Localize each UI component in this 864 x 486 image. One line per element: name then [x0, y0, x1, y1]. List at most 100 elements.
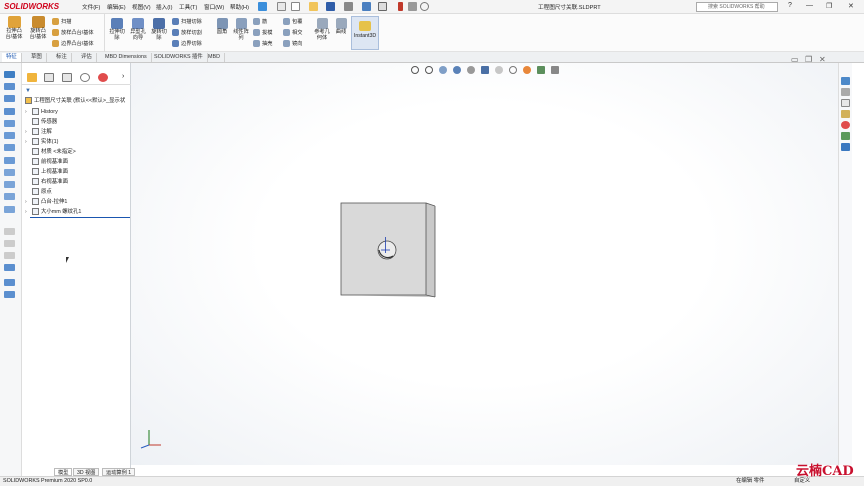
edit-appearance-icon[interactable] [509, 66, 517, 74]
design-library-icon[interactable] [841, 88, 850, 96]
tree-item[interactable]: 右视基准面 [32, 178, 68, 187]
tool-icon[interactable] [4, 120, 15, 127]
tab-mbd-dimensions[interactable]: MBD Dimensions [101, 53, 152, 62]
tool-icon[interactable] [4, 264, 15, 271]
swept-cut-button[interactable]: 扫描切除 [172, 17, 212, 28]
expand-caret-icon[interactable]: › [25, 109, 27, 115]
tool-icon[interactable] [4, 83, 15, 90]
tree-item[interactable]: 上视基准面 [32, 168, 68, 177]
view-settings-icon[interactable] [537, 66, 545, 74]
tab-sketch[interactable]: 草图 [27, 53, 47, 62]
boundary-cut-button[interactable]: 边界切除 [172, 39, 212, 50]
tree-item[interactable]: 材质 <未指定> [32, 148, 76, 157]
menu-view[interactable]: 视图(V) [132, 3, 151, 11]
menu-edit[interactable]: 编辑(E) [107, 3, 126, 11]
instant3d-button[interactable]: Instant3D [351, 16, 379, 50]
boundary-boss-button[interactable]: 边界凸台/基体 [52, 39, 102, 50]
expand-caret-icon[interactable]: › [25, 129, 27, 135]
tab-features[interactable]: 特征 [2, 53, 22, 62]
tool-icon[interactable] [4, 228, 15, 235]
tree-item[interactable]: 大小mm 螺纹孔1 [32, 208, 81, 217]
filter-icon[interactable]: ▼ [25, 88, 31, 94]
draft-button[interactable]: 拔模 [253, 28, 283, 39]
reference-geometry-button[interactable]: 参考几何体 [313, 18, 331, 41]
tab-3d-views[interactable]: 3D 视图 [73, 468, 100, 476]
zoom-area-icon[interactable] [425, 66, 433, 74]
zoom-to-fit-icon[interactable] [411, 66, 419, 74]
tool-icon[interactable] [4, 279, 15, 286]
tree-root[interactable]: 工程图尺寸关联 (默认<<默认>_显示状 [25, 97, 125, 106]
chevron-right-icon[interactable]: › [122, 73, 124, 80]
tab-solidworks-addins[interactable]: SOLIDWORKS 插件 [150, 53, 208, 62]
solidworks-forum-icon[interactable] [841, 143, 850, 151]
expand-caret-icon[interactable]: › [25, 199, 27, 205]
curves-button[interactable]: 曲线 [333, 18, 349, 35]
property-manager-tab-icon[interactable] [44, 73, 54, 82]
tree-item[interactable]: History [32, 108, 58, 117]
tool-icon[interactable] [4, 95, 15, 102]
hide-show-icon[interactable] [495, 66, 503, 74]
menu-file[interactable]: 文件(F) [82, 3, 100, 11]
tool-icon[interactable] [4, 291, 15, 298]
tool-icon[interactable] [4, 132, 15, 139]
options-icon[interactable] [420, 2, 429, 11]
tool-icon[interactable] [4, 144, 15, 151]
tree-item[interactable]: 前视基准面 [32, 158, 68, 167]
sketch-tool-icon[interactable] [4, 71, 15, 78]
solidworks-resources-icon[interactable] [841, 77, 850, 85]
tree-item[interactable]: 凸台-拉伸1 [32, 198, 67, 207]
wrap-button[interactable]: 包覆 [283, 17, 313, 28]
tab-motion-study[interactable]: 运动算例 1 [102, 468, 136, 476]
fillet-button[interactable]: 圆角 [213, 18, 231, 35]
tree-item[interactable]: 注解 [32, 128, 52, 137]
view-palette-icon[interactable] [841, 110, 850, 118]
tool-icon[interactable] [4, 157, 15, 164]
part-model[interactable] [331, 193, 451, 303]
print-icon[interactable] [344, 2, 353, 11]
tree-item[interactable]: 实体(1) [32, 138, 58, 147]
display-icon[interactable] [551, 66, 559, 74]
custom-properties-icon[interactable] [841, 132, 850, 140]
select-icon[interactable] [378, 2, 387, 11]
rebuild-icon[interactable] [398, 2, 403, 11]
menu-insert[interactable]: 插入(I) [156, 3, 172, 11]
rib-button[interactable]: 筋 [253, 17, 283, 28]
menu-help[interactable]: 帮助(H) [230, 3, 249, 11]
loft-boss-button[interactable]: 放样凸台/基体 [52, 28, 102, 39]
tree-item[interactable]: 原点 [32, 188, 52, 197]
graphics-viewport[interactable]: ▭ ❐ ✕ [131, 55, 838, 465]
tree-item[interactable]: 传感器 [32, 118, 57, 127]
expand-caret-icon[interactable]: › [25, 139, 27, 145]
revolve-boss-button[interactable]: 旋转凸台/基体 [27, 16, 49, 40]
view-orientation-icon[interactable] [467, 66, 475, 74]
feature-manager-tab-icon[interactable] [27, 73, 37, 82]
apply-scene-icon[interactable] [523, 66, 531, 74]
pin-icon[interactable] [258, 2, 267, 11]
display-manager-tab-icon[interactable] [98, 73, 108, 82]
dimxpert-tab-icon[interactable] [80, 73, 90, 82]
tool-icon[interactable] [4, 240, 15, 247]
extrude-cut-button[interactable]: 拉伸切除 [107, 18, 127, 41]
hole-wizard-button[interactable]: 异型孔向导 [128, 18, 148, 41]
expand-caret-icon[interactable]: › [25, 209, 27, 215]
intersect-button[interactable]: 相交 [283, 28, 313, 39]
previous-view-icon[interactable] [439, 66, 447, 74]
tool-icon[interactable] [4, 108, 15, 115]
tool-icon[interactable] [4, 169, 15, 176]
section-view-icon[interactable] [453, 66, 461, 74]
extrude-boss-button[interactable]: 拉伸凸台/基体 [3, 16, 25, 40]
tool-icon[interactable] [4, 181, 15, 188]
display-style-icon[interactable] [481, 66, 489, 74]
tool-icon[interactable] [4, 206, 15, 213]
appearances-icon[interactable] [841, 121, 850, 129]
sweep-button[interactable]: 扫描 [52, 17, 102, 28]
file-explorer-icon[interactable] [841, 99, 850, 107]
tab-model[interactable]: 模型 [54, 468, 73, 476]
help-button[interactable]: ? [788, 2, 792, 9]
restore-button[interactable]: ❐ [826, 2, 832, 10]
viewport-close-button[interactable]: ✕ [819, 55, 826, 64]
revolve-cut-button[interactable]: 旋转切除 [149, 18, 169, 41]
lofted-cut-button[interactable]: 放样切割 [172, 28, 212, 39]
tab-mbd[interactable]: MBD [204, 53, 225, 62]
search-input[interactable]: 搜索 SOLIDWORKS 帮助 [696, 2, 778, 12]
